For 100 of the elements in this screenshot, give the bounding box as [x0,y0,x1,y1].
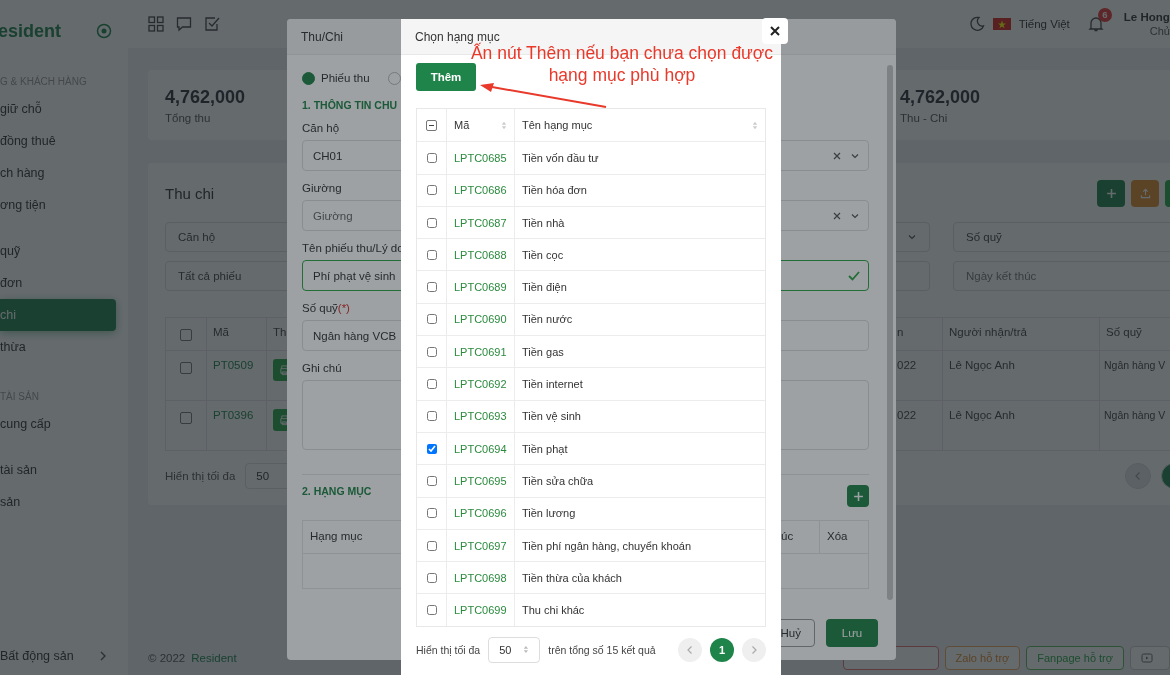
code-link[interactable]: LPTC0698 [446,562,514,594]
grid-icon[interactable] [148,16,164,32]
table-cell: Tiền thừa của khách [514,562,765,594]
user-name: Le Hong [1123,10,1170,24]
select-all-checkbox[interactable] [426,119,437,131]
sidebar-item[interactable]: ơng tiện [0,189,116,221]
sidebar-item[interactable]: cung cấp [0,408,116,440]
code-link[interactable]: PT0396 [206,401,266,450]
code-link[interactable]: LPTC0699 [446,594,514,626]
support-button[interactable]: Fanpage hỗ trợ [1026,646,1124,670]
column-header: úc [780,529,795,544]
sort-icon [752,120,758,130]
row-checkbox[interactable] [426,346,437,357]
code-link[interactable]: LPTC0691 [446,336,514,368]
plus-icon [852,490,864,502]
sort-icon [501,120,507,130]
code-link[interactable]: LPTC0696 [446,497,514,529]
column-header[interactable]: Mã [446,109,514,142]
code-link[interactable]: LPTC0693 [446,400,514,432]
annotation-text: hạng mục phù hợp [548,64,696,86]
upload-button[interactable] [1131,179,1159,207]
row-checkbox[interactable] [426,152,437,163]
table-cell: Tiền phạt [514,432,765,465]
code-link[interactable]: LPTC0697 [446,529,514,562]
row-checkbox[interactable] [426,185,437,196]
code-link[interactable]: LPTC0685 [446,142,514,174]
code-link[interactable]: LPTC0694 [446,432,514,465]
sidebar-item[interactable]: tài sản [0,454,116,486]
stat-value: 4,762,000 [900,86,981,108]
code-link[interactable]: LPTC0690 [446,303,514,336]
checkbox-icon[interactable] [204,16,220,32]
code-link[interactable]: LPTC0686 [446,174,514,206]
sidebar-item[interactable]: quỹ [0,235,116,267]
sidebar-item[interactable]: giữ chỗ [0,93,116,125]
clear-icon[interactable] [832,150,842,161]
sidebar-item[interactable]: đồng thuê [0,125,116,157]
chevron-down-icon [907,232,917,242]
add-item-button[interactable] [847,485,869,507]
checkbox[interactable] [180,412,192,424]
filter-field[interactable]: Số quỹ [953,222,1170,252]
page-button[interactable]: 1 [710,637,734,662]
chat-icon[interactable] [176,16,192,32]
page-size-select[interactable]: 50 [488,636,541,663]
chevron-left-icon [685,644,695,655]
clear-icon[interactable] [832,210,842,221]
column-header[interactable]: Người nhận/trả [942,318,1099,350]
code-link[interactable]: PT0509 [206,351,266,400]
chevron-left-icon [1133,471,1143,481]
sidebar-item[interactable]: đơn [0,267,116,299]
row-checkbox[interactable] [426,572,437,583]
row-checkbox[interactable] [426,314,437,325]
table-cell: Tiền gas [514,336,765,368]
code-link[interactable]: LPTC0689 [446,271,514,303]
upload-icon [1139,187,1151,199]
row-checkbox[interactable] [426,508,437,519]
row-checkbox[interactable] [426,475,437,486]
radio-option[interactable]: Phiếu thu [302,71,370,85]
scrollbar[interactable] [887,65,893,600]
sidebar-item[interactable]: chi [0,299,116,331]
row-checkbox[interactable] [426,282,437,293]
table-cell: Tiền hóa đơn [514,174,765,206]
moon-icon[interactable] [968,16,985,32]
add-button[interactable] [1097,179,1125,207]
row-checkbox[interactable] [426,217,437,228]
table-cell: Tiền nhà [514,206,765,239]
language-selector[interactable]: Tiếng Việt [1018,18,1070,30]
sidebar-item[interactable]: Bất động sản [0,649,74,663]
panel-title: Thu chi [165,184,215,202]
flag-icon [992,18,1011,30]
field-label: Số quỹ(*) [302,302,350,314]
code-link[interactable]: LPTC0695 [446,465,514,497]
bell-icon[interactable] [1087,16,1104,32]
column-header[interactable]: Số quỹ [1099,318,1170,350]
brand-link[interactable]: Resident [191,652,237,664]
row-checkbox[interactable] [426,249,437,260]
checkbox[interactable] [180,329,192,341]
code-link[interactable]: LPTC0687 [446,206,514,239]
field-label: Ghi chú [302,362,342,374]
row-checkbox[interactable] [426,411,437,422]
row-checkbox[interactable] [426,605,437,616]
table-cell: Thu chi khác [514,594,765,626]
code-link[interactable]: LPTC0688 [446,239,514,271]
sidebar-item[interactable]: sản [0,486,116,518]
support-button[interactable]: Zalo hỗ trợ [944,646,1021,670]
dialog-title: Chọn hạng mục [415,29,500,44]
user-role: Chủ [1148,24,1170,38]
add-button[interactable]: Thêm [416,63,476,91]
code-link[interactable]: LPTC0692 [446,368,514,400]
row-checkbox[interactable] [426,379,437,389]
column-header[interactable]: Tên hạng mục [514,109,765,142]
chevron-right-icon[interactable] [98,651,108,661]
target-icon[interactable] [96,23,112,39]
column-header[interactable]: Mã [206,318,266,350]
sidebar-item[interactable]: thừa [0,331,116,363]
checkbox[interactable] [180,362,192,374]
save-button[interactable]: Lưu [826,619,878,647]
sidebar-item[interactable]: ch hàng [0,157,116,189]
row-checkbox[interactable] [426,540,437,551]
close-button[interactable] [762,18,788,44]
row-checkbox[interactable] [426,443,437,454]
